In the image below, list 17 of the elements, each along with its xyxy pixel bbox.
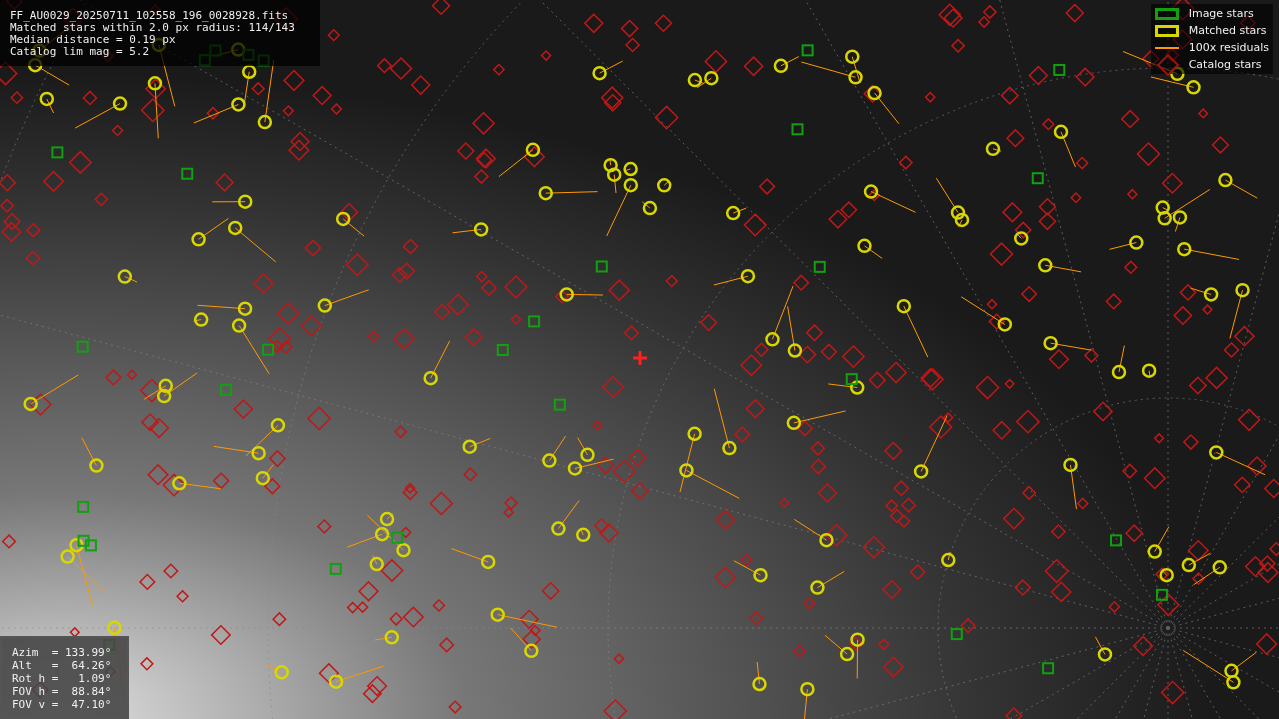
image-star-box-icon: [1154, 7, 1181, 20]
info-text: Matched stars within 2.0 px radius: 114/143: [10, 22, 296, 34]
diamond-icon: [1154, 51, 1181, 78]
matched-star-box-icon: [1154, 24, 1181, 37]
pointing-text: Azim = 133.99°: [12, 646, 113, 659]
info-text: FF_AU0029_20250711_102558_196_0028928.fits: [10, 10, 290, 22]
line-icon: [1154, 46, 1181, 49]
legend-label: Catalog stars: [1188, 58, 1262, 71]
info-text: Median distance = 0.19 px: [10, 34, 177, 46]
pointing-text: Rot h = 1.09°: [12, 672, 113, 685]
pointing-text: FOV h = 88.84°: [12, 685, 113, 698]
pointing-text: Alt = 64.26°: [12, 659, 113, 672]
legend-label: Matched stars: [1188, 24, 1267, 37]
legend-label: 100x residuals: [1188, 41, 1269, 54]
info-text: Catalog lim mag = 5.2: [10, 46, 151, 58]
legend-label: Image stars: [1188, 7, 1254, 20]
pointing-text: FOV v = 47.10°: [12, 698, 113, 711]
